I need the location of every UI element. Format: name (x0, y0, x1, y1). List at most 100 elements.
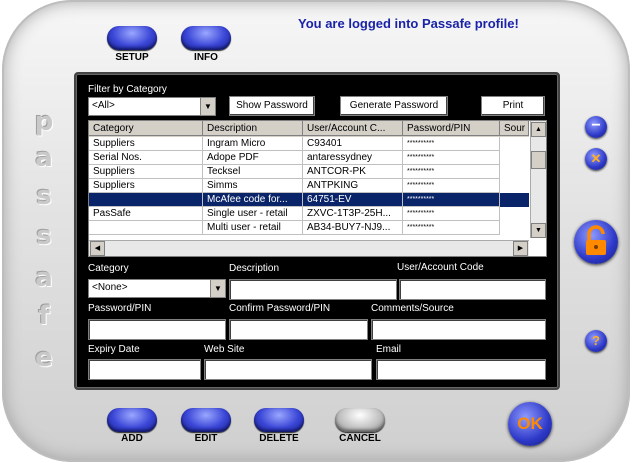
show-password-button[interactable]: Show Password (229, 96, 315, 116)
column-header-source[interactable]: Sour (500, 121, 529, 136)
column-header-password[interactable]: Password/PIN (403, 121, 500, 136)
comments-field[interactable] (371, 319, 546, 340)
table-horizontal-scrollbar[interactable]: ◀ ▶ (89, 240, 529, 256)
setup-label: SETUP (115, 52, 149, 63)
password-label: Password/PIN (88, 303, 152, 314)
print-button[interactable]: Print (481, 96, 545, 116)
cell-password: ********** (403, 179, 500, 193)
info-label: INFO (194, 52, 218, 63)
chevron-down-icon[interactable]: ▼ (200, 98, 215, 115)
cell-category (89, 221, 203, 235)
cell-password: ********** (403, 207, 500, 221)
cell-password: ********** (403, 137, 500, 151)
edit-button[interactable] (181, 408, 231, 432)
help-icon[interactable]: ? (585, 330, 607, 352)
cell-description: Multi user - retail (203, 221, 303, 235)
brand-letter-s: s (36, 181, 52, 211)
add-label: ADD (121, 433, 143, 444)
cell-user: C93401 (303, 137, 403, 151)
expiry-date-field[interactable] (88, 359, 201, 380)
table-row[interactable]: Multi user - retail AB34-BUY7-NJ9... ***… (89, 221, 529, 235)
scroll-down-icon[interactable]: ▼ (531, 223, 546, 238)
close-icon[interactable]: ✕ (585, 148, 607, 170)
cell-description: Simms (203, 179, 303, 193)
login-status-title: You are logged into Passafe profile! (298, 16, 519, 31)
cell-password: ********** (403, 165, 500, 179)
cell-user: AB34-BUY7-NJ9... (303, 221, 403, 235)
cell-user: 64751-EV (303, 193, 403, 207)
cancel-button[interactable] (335, 408, 385, 432)
scroll-left-icon[interactable]: ◀ (90, 241, 105, 256)
category-label: Category (88, 263, 129, 274)
table-row[interactable]: Suppliers Ingram Micro C93401 ********** (89, 137, 529, 151)
table-row[interactable]: PasSafe Single user - retail ZXVC-1T3P-2… (89, 207, 529, 221)
scroll-thumb[interactable] (531, 151, 546, 169)
column-header-category[interactable]: Category (89, 121, 203, 136)
cell-user: antaressydney (303, 151, 403, 165)
scroll-up-icon[interactable]: ▲ (531, 122, 546, 137)
column-header-description[interactable]: Description (203, 121, 303, 136)
generate-password-button[interactable]: Generate Password (340, 96, 448, 116)
cell-password: ********** (403, 221, 500, 235)
expiry-label: Expiry Date (88, 344, 140, 355)
cell-description: Adope PDF (203, 151, 303, 165)
filter-category-value: <All> (92, 100, 115, 111)
category-select[interactable]: <None> ▼ (88, 279, 226, 298)
delete-label: DELETE (259, 433, 299, 444)
table-row[interactable]: Serial Nos. Adope PDF antaressydney ****… (89, 151, 529, 165)
cell-password: ********** (403, 151, 500, 165)
email-label: Email (376, 344, 402, 355)
setup-button[interactable] (107, 26, 157, 50)
brand-letter-f: f (38, 301, 50, 331)
filter-label: Filter by Category (88, 84, 167, 95)
entries-table: Category Description User/Account C... P… (88, 120, 547, 257)
minimize-icon[interactable]: − (585, 116, 607, 138)
cell-category (89, 193, 203, 207)
brand-letter-s2: s (36, 221, 52, 251)
lock-button[interactable] (574, 220, 618, 264)
cell-user: ZXVC-1T3P-25H... (303, 207, 403, 221)
cell-category: Suppliers (89, 179, 203, 193)
add-button[interactable] (107, 408, 157, 432)
table-row[interactable]: Suppliers Simms ANTPKING ********** (89, 179, 529, 193)
password-field[interactable] (88, 319, 226, 340)
cell-user: ANTPKING (303, 179, 403, 193)
website-label: Web Site (204, 344, 245, 355)
description-label: Description (229, 263, 280, 274)
cell-description: Ingram Micro (203, 137, 303, 151)
info-button[interactable] (181, 26, 231, 50)
brand-letter-a2: a (35, 263, 53, 293)
scroll-right-icon[interactable]: ▶ (513, 241, 528, 256)
ok-button[interactable]: OK (508, 402, 552, 446)
confirm-password-label: Confirm Password/PIN (229, 303, 331, 314)
brand-letter-p: p (34, 107, 54, 137)
user-code-label: User/Account Code (397, 262, 484, 273)
delete-button[interactable] (254, 408, 304, 432)
cell-description: McAfee code for... (203, 193, 303, 207)
website-field[interactable] (204, 359, 372, 380)
unlock-icon (586, 225, 606, 255)
brand-letter-e: e (35, 343, 53, 373)
cell-category: PasSafe (89, 207, 203, 221)
table-row[interactable]: Suppliers Tecksel ANTCOR-PK ********** (89, 165, 529, 179)
column-header-user-account[interactable]: User/Account C... (303, 121, 403, 136)
table-vertical-scrollbar[interactable]: ▲ ▼ (530, 121, 546, 238)
edit-label: EDIT (194, 433, 218, 444)
user-code-field[interactable] (399, 279, 546, 300)
confirm-password-field[interactable] (229, 319, 368, 340)
email-field[interactable] (376, 359, 546, 380)
cell-category: Suppliers (89, 137, 203, 151)
brand-letter-a: a (35, 143, 53, 173)
description-field[interactable] (229, 279, 397, 300)
filter-category-select[interactable]: <All> ▼ (88, 97, 216, 116)
category-select-value: <None> (92, 282, 128, 293)
chevron-down-icon[interactable]: ▼ (210, 280, 225, 297)
cell-category: Suppliers (89, 165, 203, 179)
cell-user: ANTCOR-PK (303, 165, 403, 179)
cell-description: Single user - retail (203, 207, 303, 221)
cell-password: ********** (403, 193, 500, 207)
cell-description: Tecksel (203, 165, 303, 179)
table-header: Category Description User/Account C... P… (89, 121, 529, 137)
comments-label: Comments/Source (371, 303, 454, 314)
table-row-selected[interactable]: McAfee code for... 64751-EV ********** (89, 193, 529, 207)
